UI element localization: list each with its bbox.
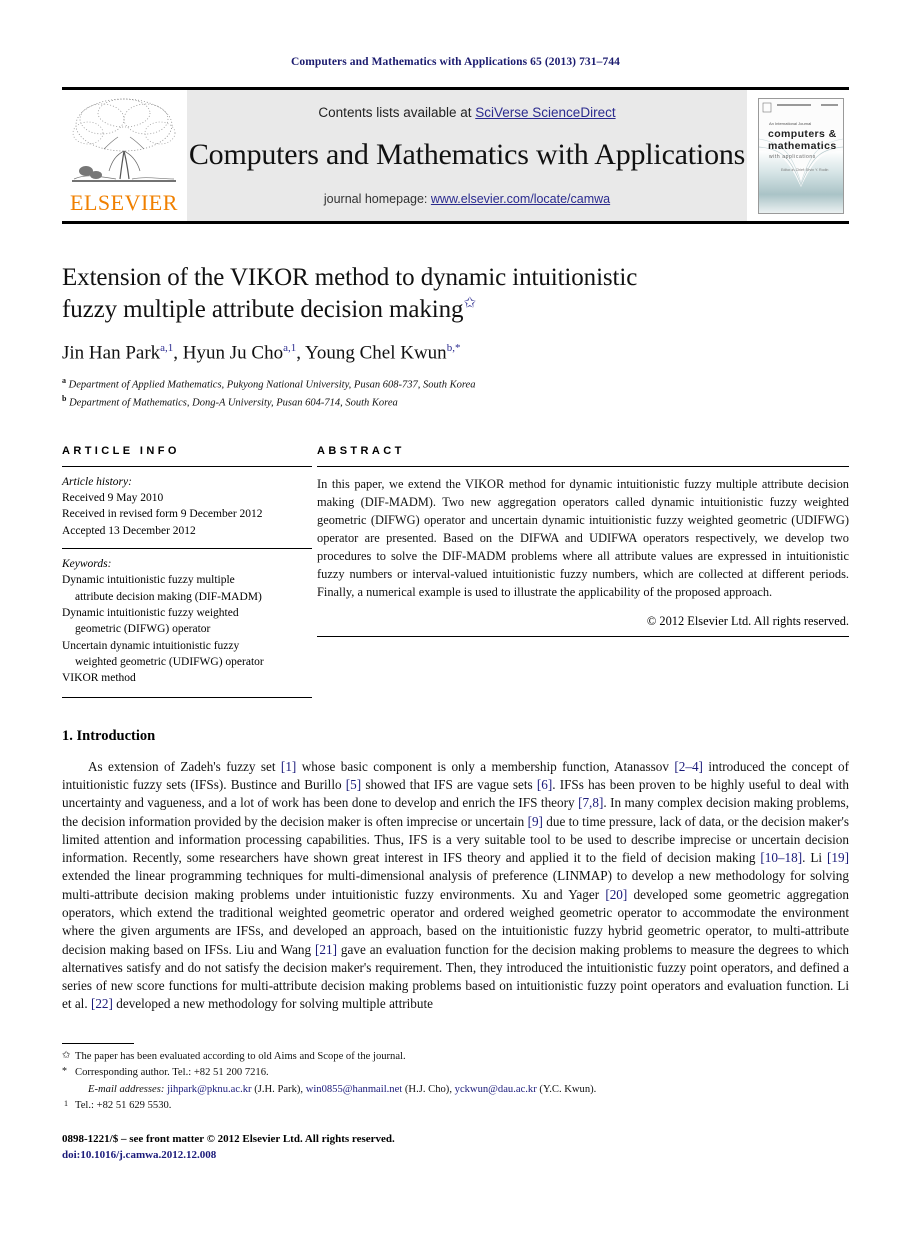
title-line-2: fuzzy multiple attribute decision making xyxy=(62,296,464,323)
journal-title: Computers and Mathematics with Applicati… xyxy=(188,138,746,171)
paper-page: Computers and Mathematics with Applicati… xyxy=(0,0,907,1238)
issn-copyright-block: 0898-1221/$ – see front matter © 2012 El… xyxy=(62,1131,849,1164)
author-1-name: Jin Han Park xyxy=(62,342,161,364)
affiliation-text-b: Department of Mathematics, Dong-A Univer… xyxy=(69,397,398,409)
page-title: Extension of the VIKOR method to dynamic… xyxy=(62,262,849,326)
keywords-block: Keywords: Dynamic intuitionistic fuzzy m… xyxy=(62,549,312,697)
keyword-item: VIKOR method xyxy=(62,670,312,686)
homepage-prefix: journal homepage: xyxy=(323,192,431,206)
author-list: Jin Han Parka,1, Hyun Ju Choa,1, Young C… xyxy=(62,342,461,364)
page-content: Computers and Mathematics with Applicati… xyxy=(62,0,849,1014)
title-line-1: Extension of the VIKOR method to dynamic… xyxy=(62,264,638,291)
title-block: Extension of the VIKOR method to dynamic… xyxy=(62,262,849,411)
affiliation-marker-b: b xyxy=(62,394,67,404)
keywords-label: Keywords: xyxy=(62,558,112,571)
elsevier-wordmark: ELSEVIER xyxy=(70,190,178,215)
article-info-rule-bottom xyxy=(62,696,312,698)
footnote-asterisk-marker: * xyxy=(62,1066,67,1078)
journal-cover-block: An International Journal computers & mat… xyxy=(753,90,849,221)
affiliation-item: a Department of Applied Mathematics, Puk… xyxy=(62,375,849,393)
contents-available-line: Contents lists available at SciVerse Sci… xyxy=(318,105,615,120)
abstract-column: ABSTRACT In this paper, we extend the VI… xyxy=(317,445,849,698)
journal-cover-art: An International Journal computers & mat… xyxy=(759,98,843,213)
doi-link[interactable]: doi:10.1016/j.camwa.2012.12.008 xyxy=(62,1147,849,1164)
sciencedirect-link[interactable]: SciVerse ScienceDirect xyxy=(475,105,615,120)
abstract-heading: ABSTRACT xyxy=(317,444,405,457)
article-history-label: Article history: xyxy=(62,475,132,488)
author-3-affil-marker[interactable]: b,* xyxy=(447,342,461,354)
title-footnote-marker[interactable]: ✩ xyxy=(463,296,476,312)
affiliation-marker-a: a xyxy=(62,376,66,386)
author-2-affil-marker[interactable]: a,1 xyxy=(283,342,296,354)
author-1-affil-marker[interactable]: a,1 xyxy=(160,342,173,354)
svg-text:computers &: computers & xyxy=(768,128,837,140)
article-history-block: Article history: Received 9 May 2010 Rec… xyxy=(62,467,312,548)
footnote-tel: 1 Tel.: +82 51 629 5530. xyxy=(62,1098,849,1114)
footnote-star-marker: ✩ xyxy=(62,1050,71,1061)
keyword-main: Dynamic intuitionistic fuzzy multiple xyxy=(62,574,235,587)
abstract-text: In this paper, we extend the VIKOR metho… xyxy=(317,476,849,599)
svg-text:with applications: with applications xyxy=(769,154,816,160)
introduction-section: 1. Introduction As extension of Zadeh's … xyxy=(62,728,849,1014)
section-name: Introduction xyxy=(76,727,156,744)
keyword-item: Uncertain dynamic intuitionistic fuzzy w… xyxy=(62,638,312,671)
affiliation-item: b Department of Mathematics, Dong-A Univ… xyxy=(62,393,849,411)
info-abstract-region: ARTICLE INFO Article history: Received 9… xyxy=(62,445,849,698)
email-addresses-label: E-mail addresses: xyxy=(88,1083,165,1095)
footnote-corresponding-text: Corresponding author. Tel.: +82 51 200 7… xyxy=(75,1067,269,1079)
affiliation-text-a: Department of Applied Mathematics, Pukyo… xyxy=(68,379,476,391)
elsevier-tree-icon xyxy=(72,98,176,182)
issn-line: 0898-1221/$ – see front matter © 2012 El… xyxy=(62,1132,395,1145)
keyword-main: Dynamic intuitionistic fuzzy weighted xyxy=(62,607,239,620)
contents-prefix: Contents lists available at xyxy=(318,105,476,120)
journal-cover-thumbnail: An International Journal computers & mat… xyxy=(758,97,844,214)
keyword-main: VIKOR method xyxy=(62,672,136,685)
affiliation-list: a Department of Applied Mathematics, Puk… xyxy=(62,375,849,410)
keyword-cont: attribute decision making (DIF-MADM) xyxy=(75,590,262,603)
footnote-tel-text: Tel.: +82 51 629 5530. xyxy=(75,1100,172,1112)
abstract-rule-bottom xyxy=(317,635,849,637)
footnote-star: ✩ The paper has been evaluated according… xyxy=(62,1049,849,1065)
keyword-main: Uncertain dynamic intuitionistic fuzzy xyxy=(62,639,240,652)
footnote-region: ✩ The paper has been evaluated according… xyxy=(62,1043,849,1164)
footnote-corresponding-author: * Corresponding author. Tel.: +82 51 200… xyxy=(62,1065,849,1081)
elsevier-logo: ELSEVIER xyxy=(62,90,186,221)
history-item: Received 9 May 2010 xyxy=(62,492,164,505)
abstract-copyright: © 2012 Elsevier Ltd. All rights reserved… xyxy=(646,613,849,628)
section-title-introduction: 1. Introduction xyxy=(62,728,849,745)
history-item: Accepted 13 December 2012 xyxy=(62,524,196,537)
author-3-name: Young Chel Kwun xyxy=(305,342,447,364)
svg-text:An International Journal: An International Journal xyxy=(769,121,811,126)
author-2-name: Hyun Ju Cho xyxy=(182,342,284,364)
footnote-star-text: The paper has been evaluated according t… xyxy=(75,1051,406,1062)
journal-masthead: ELSEVIER Contents lists available at Sci… xyxy=(62,87,849,224)
section-number: 1. xyxy=(62,727,73,744)
footnote-one-marker: 1 xyxy=(64,1099,68,1109)
keyword-item: Dynamic intuitionistic fuzzy multiple at… xyxy=(62,572,312,605)
introduction-paragraph: As extension of Zadeh's fuzzy set [1] wh… xyxy=(62,758,849,1012)
article-info-column: ARTICLE INFO Article history: Received 9… xyxy=(62,445,312,698)
journal-homepage-link[interactable]: www.elsevier.com/locate/camwa xyxy=(431,192,610,206)
keyword-cont: geometric (DIFWG) operator xyxy=(75,623,211,636)
journal-homepage-line: journal homepage: www.elsevier.com/locat… xyxy=(324,192,610,206)
article-info-heading: ARTICLE INFO xyxy=(62,444,180,457)
journal-banner: Contents lists available at SciVerse Sci… xyxy=(187,90,747,221)
keyword-cont: weighted geometric (UDIFWG) operator xyxy=(75,656,264,669)
footnote-rule xyxy=(62,1043,134,1044)
keyword-item: Dynamic intuitionistic fuzzy weighted ge… xyxy=(62,605,312,638)
history-item: Received in revised form 9 December 2012 xyxy=(62,508,263,521)
email-addresses-list[interactable]: jihpark@pknu.ac.kr (J.H. Park), win0855@… xyxy=(167,1084,596,1095)
svg-text:mathematics: mathematics xyxy=(768,140,837,152)
svg-text:Editor-in-Chief: Ervin Y. Rodi: Editor-in-Chief: Ervin Y. Rodin xyxy=(781,168,828,172)
running-head: Computers and Mathematics with Applicati… xyxy=(290,56,621,68)
footnote-emails: E-mail addresses: jihpark@pknu.ac.kr (J.… xyxy=(62,1082,849,1098)
